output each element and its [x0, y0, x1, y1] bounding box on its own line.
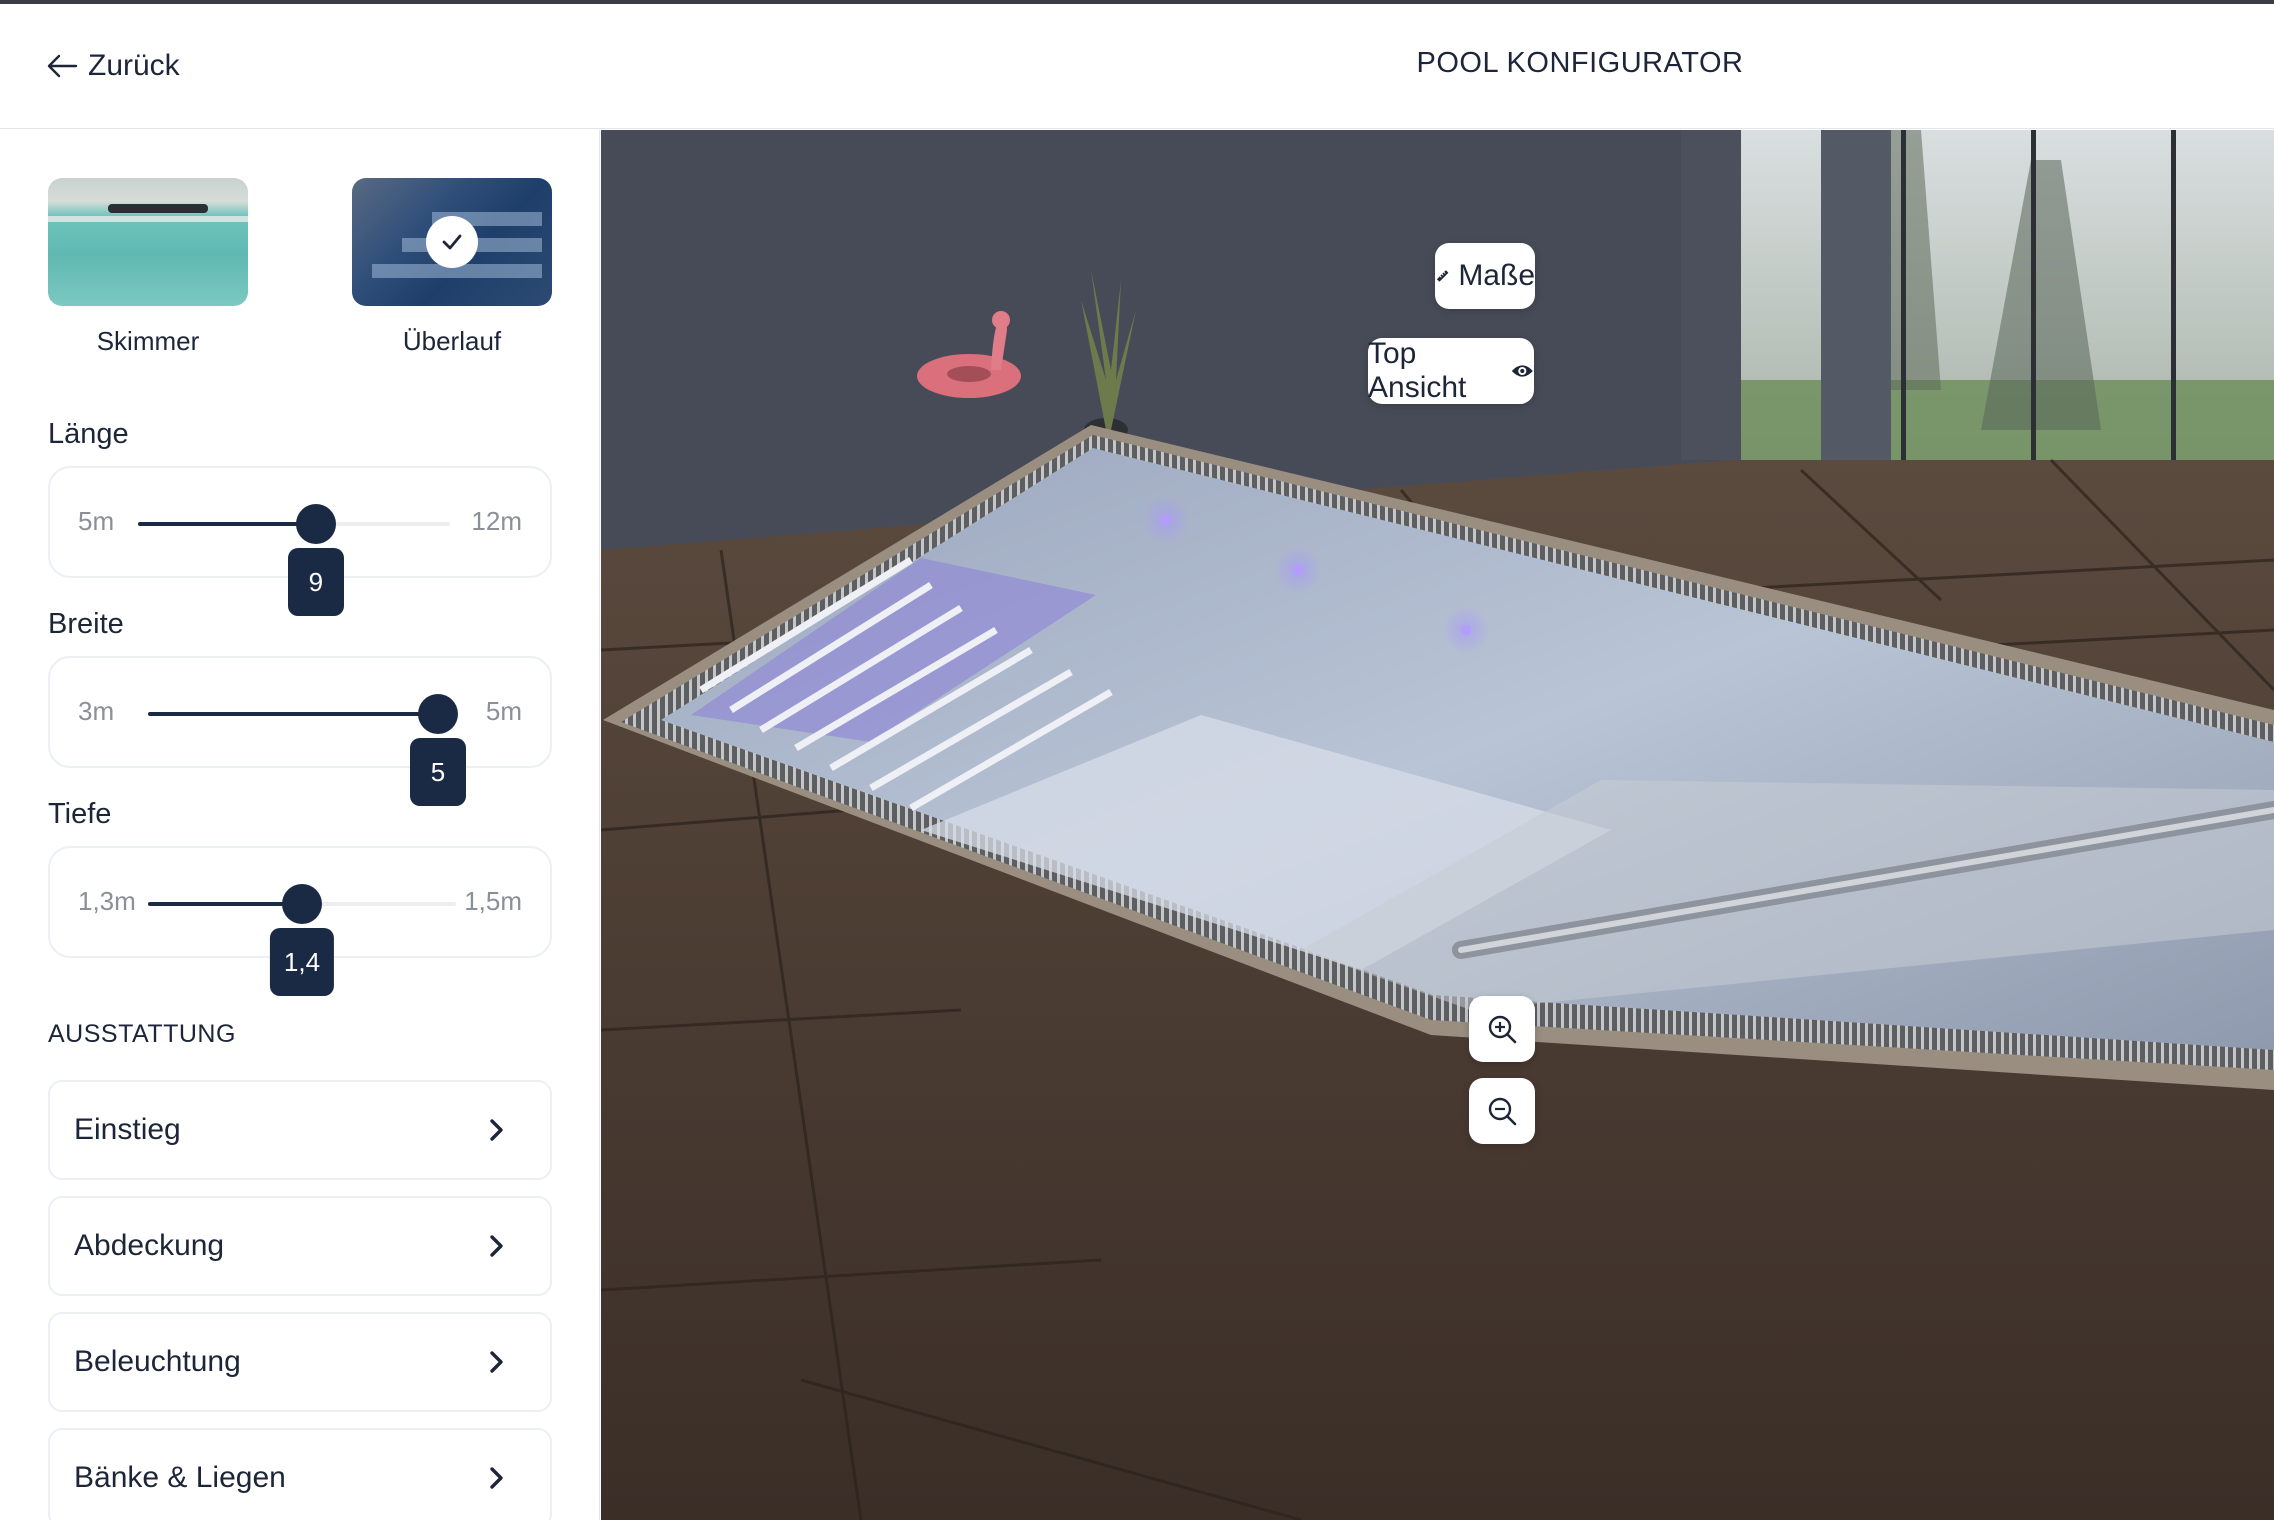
equipment-item-label: Abdeckung	[74, 1229, 225, 1262]
measurements-button[interactable]: Maße	[1435, 243, 1535, 309]
chevron-right-icon	[490, 1351, 503, 1373]
slider-track[interactable]: 1,4	[148, 884, 456, 996]
chevron-right-icon	[490, 1119, 503, 1141]
pool-type-label: Überlauf	[402, 326, 502, 356]
width-slider: 3m 5m 5	[48, 656, 552, 806]
slider-track-fill	[138, 522, 316, 526]
pool-type-skimmer[interactable]: Skimmer	[48, 178, 248, 357]
pool-3d-viewport[interactable]: Maße Top Ansicht	[601, 130, 2274, 1520]
top-view-label: Top Ansicht	[1368, 337, 1467, 404]
slider-track[interactable]: 5	[148, 694, 466, 806]
slider-thumb[interactable]	[282, 884, 322, 924]
slider-min: 5m	[78, 506, 115, 536]
equipment-item-beleuchtung[interactable]: Beleuchtung	[48, 1312, 552, 1412]
equipment-item-label: Bänke & Liegen	[74, 1461, 286, 1494]
zoom-out-icon	[1488, 1097, 1517, 1126]
selected-check-icon	[426, 216, 478, 268]
slider-track[interactable]: 9	[138, 504, 450, 616]
zoom-in-icon	[1488, 1015, 1517, 1044]
slider-max: 1,5m	[464, 886, 522, 916]
equipment-item-label: Beleuchtung	[74, 1345, 241, 1378]
top-view-button[interactable]: Top Ansicht	[1368, 337, 1534, 404]
slider-track-fill	[148, 712, 438, 716]
equipment-item-baenke-liegen[interactable]: Bänke & Liegen	[48, 1428, 552, 1520]
pool-type-label: Skimmer	[96, 326, 200, 356]
length-slider: 5m 12m 9	[48, 466, 552, 616]
equipment-item-abdeckung[interactable]: Abdeckung	[48, 1196, 552, 1296]
measurements-label: Maße	[1458, 259, 1535, 292]
skimmer-thumbnail	[48, 178, 248, 306]
slider-thumb[interactable]	[418, 694, 458, 734]
ueberlauf-thumbnail	[352, 178, 552, 306]
slider-min: 3m	[78, 696, 115, 726]
chevron-right-icon	[490, 1235, 503, 1257]
header: Zurück POOL KONFIGURATOR	[0, 4, 2274, 129]
slider-value: 9	[287, 548, 344, 616]
slider-value: 5	[410, 738, 466, 806]
page-title: POOL KONFIGURATOR	[1416, 47, 1744, 79]
slider-min: 1,3m	[78, 886, 136, 916]
depth-label: Tiefe	[48, 798, 112, 830]
equipment-item-label: Einstieg	[74, 1113, 181, 1146]
zoom-in-button[interactable]	[1469, 996, 1535, 1062]
chevron-right-icon	[490, 1467, 503, 1489]
slider-max: 5m	[485, 696, 522, 726]
pool-type-ueberlauf[interactable]: Überlauf	[352, 178, 552, 357]
width-label: Breite	[48, 608, 124, 640]
config-sidebar: Skimmer Überlauf Länge 5m 12m 9 Breite 3…	[0, 130, 600, 1520]
slider-max: 12m	[471, 506, 522, 536]
equipment-section-title: AUSSTATTUNG	[48, 1020, 236, 1048]
length-label: Länge	[48, 418, 129, 450]
slider-value: 1,4	[269, 928, 335, 996]
depth-slider: 1,3m 1,5m 1,4	[48, 846, 552, 996]
glass-windows	[1681, 130, 2274, 460]
equipment-item-einstieg[interactable]: Einstieg	[48, 1080, 552, 1180]
zoom-out-button[interactable]	[1469, 1078, 1535, 1144]
ruler-icon	[1436, 270, 1449, 282]
slider-thumb[interactable]	[295, 504, 336, 544]
eye-icon	[1512, 365, 1534, 377]
slider-track-fill	[148, 902, 302, 906]
